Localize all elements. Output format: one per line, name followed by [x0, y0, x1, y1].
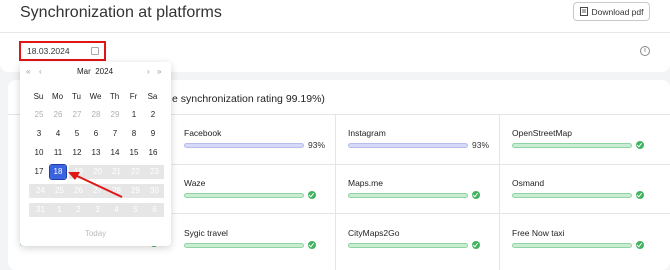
- platform-progress-bar: [348, 243, 468, 248]
- calendar-day: 2: [69, 203, 88, 217]
- calendar-day: 19: [69, 165, 88, 179]
- calendar-day: 6: [145, 203, 164, 217]
- next-year-icon[interactable]: »: [157, 67, 161, 76]
- weekday-label: We: [89, 92, 102, 101]
- platform-name: Free Now taxi: [512, 228, 565, 238]
- download-pdf-label: Download pdf: [591, 6, 644, 17]
- calendar-day[interactable]: 8: [126, 127, 142, 141]
- calendar-day[interactable]: 27: [69, 108, 85, 122]
- weekday-label: Fr: [129, 92, 138, 101]
- check-icon: [636, 141, 644, 149]
- platform-name: CityMaps2Go: [348, 228, 400, 238]
- calendar-day: 23: [145, 165, 164, 179]
- platform-percentage: 93%: [308, 140, 326, 150]
- calendar-day: 21: [107, 165, 126, 179]
- next-month-icon[interactable]: ›: [147, 67, 150, 76]
- platform-progress-bar: [184, 243, 304, 248]
- prev-year-icon[interactable]: «: [26, 67, 30, 76]
- calendar-day: 1: [50, 203, 69, 217]
- calendar-day: 29: [126, 184, 145, 198]
- platform-progress-bar: [184, 193, 304, 198]
- weekday-label: Su: [33, 92, 44, 101]
- calendar-day[interactable]: 6: [88, 127, 104, 141]
- check-icon: [308, 241, 316, 249]
- selected-day[interactable]: 18: [49, 164, 67, 180]
- calendar-day: 22: [126, 165, 145, 179]
- calendar-day: 3: [88, 203, 107, 217]
- platform-progress-bar: [512, 193, 632, 198]
- calendar-day[interactable]: 29: [107, 108, 123, 122]
- platform-name: Waze: [184, 178, 206, 188]
- calendar-day: 28: [107, 184, 126, 198]
- sync-rating-heading: e synchronization rating 99.19%): [172, 93, 325, 105]
- calendar-day[interactable]: 17: [31, 165, 47, 179]
- check-icon: [472, 191, 480, 199]
- calendar-day[interactable]: 9: [145, 127, 161, 141]
- grid-divider: [335, 114, 336, 270]
- calendar-day: 27: [88, 184, 107, 198]
- calendar-day[interactable]: 14: [107, 146, 123, 160]
- month-year-label[interactable]: Mar 2024: [77, 67, 113, 76]
- check-icon: [636, 241, 644, 249]
- grid-divider: [172, 213, 670, 214]
- calendar-day[interactable]: 4: [50, 127, 66, 141]
- platform-progress-bar: [184, 143, 304, 148]
- calendar-day[interactable]: 28: [88, 108, 104, 122]
- datepicker-popup: « ‹ Mar 2024 › » Su Mo Tu We Th Fr Sa 25 26 27 28 2…: [20, 62, 171, 246]
- platform-name: Maps.me: [348, 178, 383, 188]
- platform-progress-bar: [348, 143, 468, 148]
- weekday-label: Tu: [71, 92, 82, 101]
- platform-percentage: 93%: [472, 140, 490, 150]
- platform-name: OpenStreetMap: [512, 128, 573, 138]
- month-label: Mar: [77, 67, 91, 76]
- calendar-day: 30: [145, 184, 164, 198]
- platform-progress-bar: [512, 243, 632, 248]
- calendar-day[interactable]: 25: [31, 108, 47, 122]
- date-input[interactable]: 18.03.2024: [19, 41, 106, 61]
- calendar-day: 4: [107, 203, 126, 217]
- calendar-day: 26: [69, 184, 88, 198]
- calendar-day[interactable]: 15: [126, 146, 142, 160]
- grid-divider: [172, 164, 670, 165]
- platform-name: Instagram: [348, 128, 386, 138]
- weekday-label: Sa: [147, 92, 158, 101]
- calendar-day[interactable]: 10: [31, 146, 47, 160]
- calendar-day[interactable]: 3: [31, 127, 47, 141]
- check-icon: [308, 191, 316, 199]
- today-button[interactable]: Today: [20, 229, 171, 238]
- date-value: 18.03.2024: [27, 46, 70, 56]
- calendar-day[interactable]: 5: [69, 127, 85, 141]
- calendar-day: 20: [88, 165, 107, 179]
- calendar-day: 24: [31, 184, 50, 198]
- calendar-day[interactable]: 2: [145, 108, 161, 122]
- year-label: 2024: [95, 67, 114, 76]
- calendar-day: 25: [50, 184, 69, 198]
- calendar-day: 31: [31, 203, 50, 217]
- calendar-day[interactable]: 16: [145, 146, 161, 160]
- platform-name: Sygic travel: [184, 228, 228, 238]
- calendar-day[interactable]: 11: [50, 146, 66, 160]
- calendar-icon: [91, 47, 99, 55]
- download-icon: [579, 7, 588, 16]
- platform-name: Facebook: [184, 128, 222, 138]
- platform-progress-bar: [348, 193, 468, 198]
- weekday-label: Th: [109, 92, 120, 101]
- platform-name: Osmand: [512, 178, 545, 188]
- page-title: Synchronization at platforms: [20, 4, 222, 21]
- header-divider: [0, 32, 670, 33]
- check-icon: [472, 241, 480, 249]
- calendar-day: 5: [126, 203, 145, 217]
- grid-divider: [499, 114, 500, 270]
- calendar-day[interactable]: 13: [88, 146, 104, 160]
- download-pdf-button[interactable]: Download pdf: [573, 2, 650, 21]
- prev-month-icon[interactable]: ‹: [39, 67, 42, 76]
- calendar-day[interactable]: 7: [107, 127, 123, 141]
- info-icon[interactable]: i: [640, 46, 650, 56]
- calendar-day[interactable]: 26: [50, 108, 66, 122]
- calendar-day[interactable]: 1: [126, 108, 142, 122]
- weekday-label: Mo: [51, 92, 64, 101]
- check-icon: [636, 191, 644, 199]
- calendar-day[interactable]: 12: [69, 146, 85, 160]
- platform-progress-bar: [512, 143, 632, 148]
